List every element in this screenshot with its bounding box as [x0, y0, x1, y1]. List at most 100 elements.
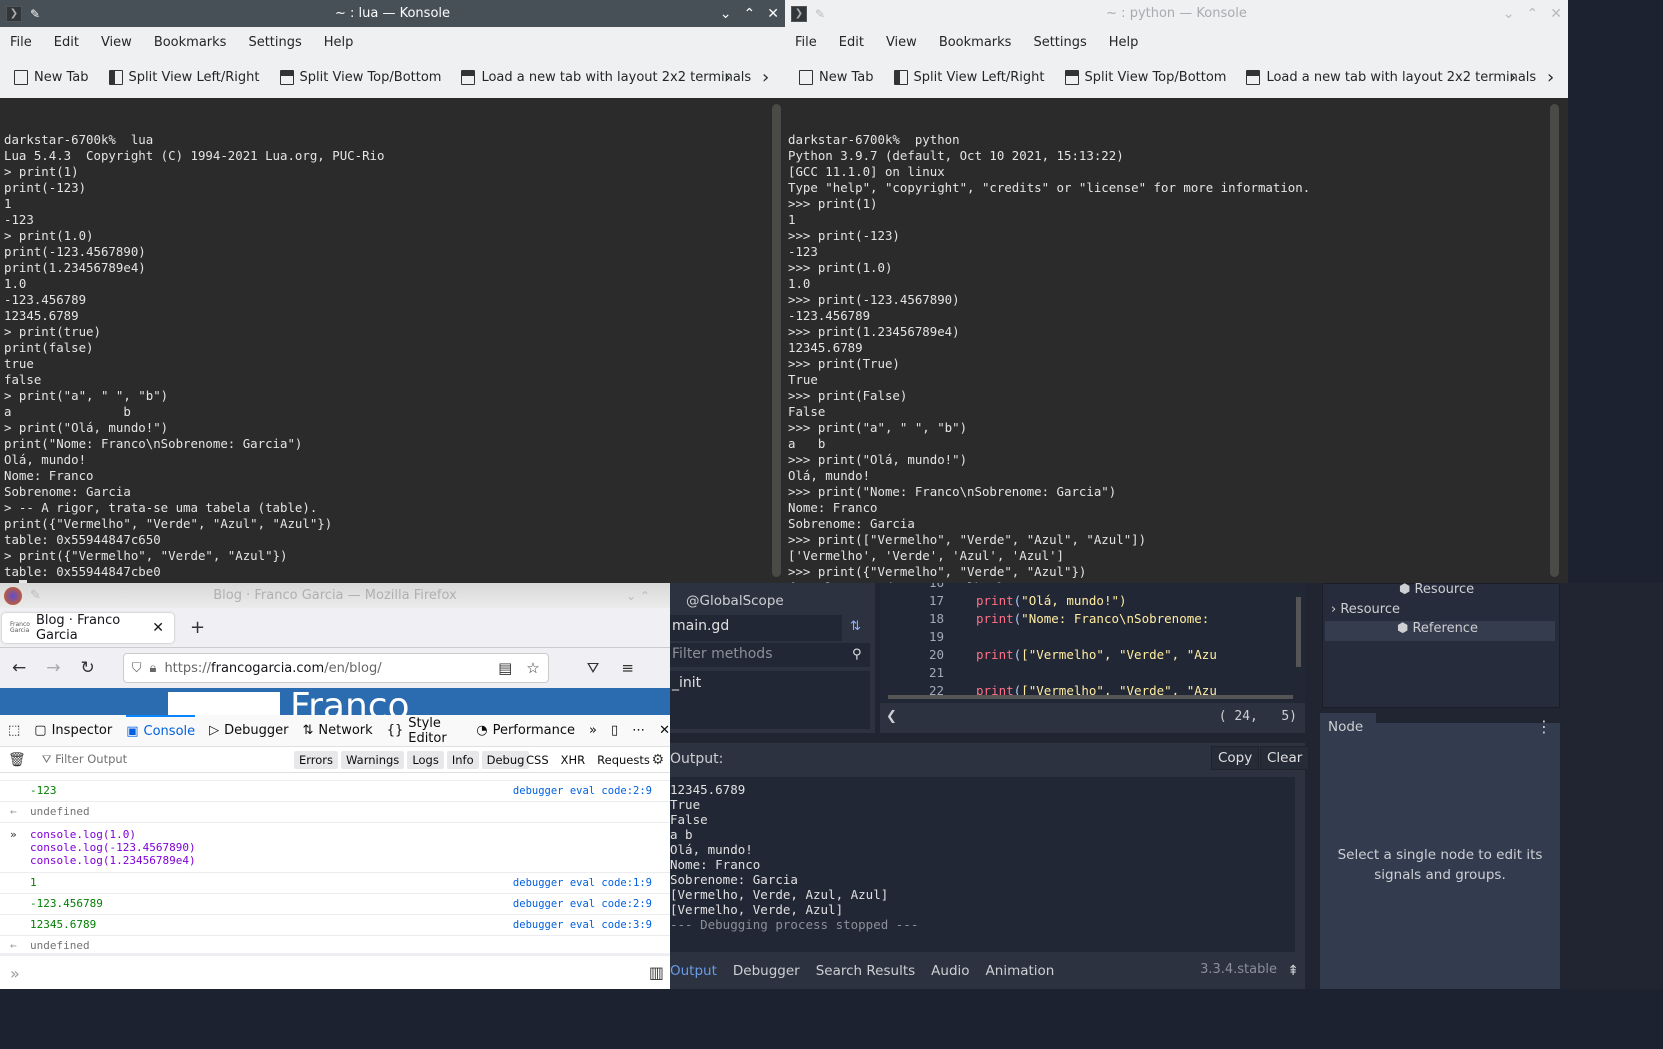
dock-menu-icon[interactable]: ⋮ — [1536, 717, 1552, 736]
layout-2x2-button[interactable]: Load a new tab with layout 2x2 terminals — [1246, 70, 1536, 85]
split-left-right-button[interactable]: Split View Left/Right — [893, 70, 1045, 85]
bottom-tab-audio[interactable]: Audio — [931, 963, 969, 979]
menu-file[interactable]: File — [10, 35, 32, 50]
split-left-right-button[interactable]: Split View Left/Right — [108, 70, 260, 85]
pin-icon[interactable]: ✎ — [30, 588, 41, 603]
menu-help[interactable]: Help — [1109, 35, 1139, 50]
tree-item-globalscope[interactable]: @GlobalScope — [686, 593, 784, 609]
bottom-tab-debugger[interactable]: Debugger — [733, 963, 800, 979]
toolbar-overflow-icon[interactable]: › — [762, 67, 769, 88]
tab-debugger[interactable]: ▷ Debugger — [209, 715, 288, 747]
clear-console-icon[interactable]: 🗑︎ — [8, 752, 26, 768]
close-icon[interactable]: ✕ — [1550, 6, 1562, 22]
tree-item-resource[interactable]: › Resource — [1331, 602, 1400, 617]
filter-logs[interactable]: Logs — [407, 750, 444, 769]
devtools-menu-icon[interactable]: ⋯ — [632, 723, 645, 738]
vertical-scrollbar[interactable] — [1296, 597, 1301, 667]
tab-inspector[interactable]: ▢ Inspector — [34, 715, 112, 747]
tab-performance[interactable]: ◔ Performance — [476, 715, 575, 747]
element-picker-icon[interactable]: ⬚ — [8, 723, 20, 738]
new-tab-button[interactable]: + — [190, 617, 205, 638]
browser-tab[interactable]: Franco Garcia Blog · Franco Garcia ✕ — [2, 612, 174, 643]
terminal-scrollbar[interactable] — [1550, 104, 1559, 577]
hamburger-menu-icon[interactable]: ≡ — [621, 659, 634, 677]
split-top-bottom-button[interactable]: Split View Top/Bottom — [1064, 70, 1226, 85]
filter-css[interactable]: CSS — [526, 753, 549, 767]
clear-button[interactable]: Clear — [1260, 746, 1310, 770]
pocket-icon[interactable]: ⛛ — [587, 659, 600, 677]
bottom-tab-animation[interactable]: Animation — [986, 963, 1055, 979]
terminal-scrollbar[interactable] — [772, 104, 781, 577]
tab-style-editor[interactable]: {} Style Editor — [387, 715, 463, 747]
minimize-icon[interactable]: ⌄ — [1503, 6, 1515, 22]
collapse-left-icon[interactable]: ❮ — [886, 709, 897, 724]
pin-icon[interactable]: ✎ — [815, 7, 825, 21]
window-controls[interactable]: ⌄ ⌃ — [626, 589, 650, 603]
shield-icon[interactable]: ⛉ — [132, 661, 142, 676]
menu-file[interactable]: File — [795, 35, 817, 50]
split-top-bottom-button[interactable]: Split View Top/Bottom — [279, 70, 441, 85]
filter-output-input[interactable]: ⛛ Filter Output — [42, 752, 127, 767]
url-bar[interactable]: ⛉ 🔒︎ https://francogarcia.com/en/blog/ ▤… — [122, 653, 549, 683]
horizontal-scrollbar[interactable] — [888, 695, 1293, 699]
menu-edit[interactable]: Edit — [839, 35, 864, 50]
new-tab-button[interactable]: New Tab — [799, 70, 874, 85]
back-icon[interactable]: ← — [12, 658, 26, 678]
chevron-right-icon[interactable]: › — [724, 67, 731, 88]
method-item[interactable]: _init — [670, 671, 870, 729]
tab-console[interactable]: ▣ Console — [126, 714, 196, 747]
console-input[interactable]: » ▥ — [0, 955, 670, 989]
close-tab-icon[interactable]: ✕ — [152, 620, 164, 636]
menu-view[interactable]: View — [101, 35, 132, 50]
forward-icon[interactable]: → — [46, 658, 60, 678]
filter-info[interactable]: Info — [446, 750, 479, 769]
maximize-icon[interactable]: ⌃ — [744, 6, 756, 22]
terminal-python[interactable]: darkstar-6700k% python Python 3.9.7 (defa… — [785, 98, 1568, 583]
filter-methods-input[interactable]: Filter methods — [670, 643, 870, 667]
menu-view[interactable]: View — [886, 35, 917, 50]
close-icon[interactable]: ✕ — [767, 6, 779, 22]
tree-item-resource-top[interactable]: ⬢ Resource — [1399, 583, 1474, 597]
filter-errors[interactable]: Errors — [294, 750, 339, 769]
menu-bookmarks[interactable]: Bookmarks — [939, 35, 1012, 50]
menu-help[interactable]: Help — [324, 35, 354, 50]
menu-settings[interactable]: Settings — [1033, 35, 1086, 50]
filter-xhr[interactable]: XHR — [561, 753, 586, 767]
source-link[interactable]: debugger eval code:2:9 — [513, 781, 652, 801]
tab-network[interactable]: ⇅ Network — [303, 715, 373, 747]
new-tab-button[interactable]: New Tab — [14, 70, 89, 85]
tree-item-reference[interactable]: ⬢ Reference — [1325, 621, 1555, 641]
tab-node[interactable]: Node — [1320, 713, 1376, 741]
filter-warnings[interactable]: Warnings — [341, 750, 405, 769]
reload-icon[interactable]: ↻ — [81, 658, 95, 678]
source-link[interactable]: debugger eval code:3:9 — [513, 915, 652, 935]
editor-mode-icon[interactable]: ▥ — [649, 963, 664, 982]
script-name-field[interactable]: main.gd — [670, 615, 842, 641]
pin-panel-icon[interactable]: ⇞ — [1287, 963, 1299, 979]
terminal-lua[interactable]: darkstar-6700k% lua Lua 5.4.3 Copyright (… — [0, 98, 785, 583]
code-editor[interactable]: 16 17 print("Olá, mundo!") 18 print("Nome: F… — [880, 583, 1305, 703]
responsive-design-icon[interactable]: ▯ — [611, 723, 618, 738]
toolbar-overflow-icon[interactable]: › — [1547, 67, 1554, 88]
source-link[interactable]: debugger eval code:2:9 — [513, 894, 652, 914]
copy-button[interactable]: Copy — [1211, 746, 1260, 770]
bookmark-star-icon[interactable]: ☆ — [526, 659, 539, 677]
minimize-icon[interactable]: ⌄ — [720, 6, 732, 22]
close-devtools-icon[interactable]: ✕ — [659, 723, 670, 738]
bottom-tab-output[interactable]: Output — [670, 963, 717, 979]
menu-edit[interactable]: Edit — [54, 35, 79, 50]
layout-2x2-button[interactable]: Load a new tab with layout 2x2 terminals — [461, 70, 751, 85]
sort-icon[interactable]: ⇅ — [850, 619, 861, 634]
more-tools-icon[interactable]: » — [589, 723, 597, 738]
filter-debug[interactable]: Debug — [481, 750, 530, 769]
filter-requests[interactable]: Requests — [597, 753, 650, 767]
lock-icon[interactable]: 🔒︎ — [150, 661, 157, 676]
source-link[interactable]: debugger eval code:1:9 — [513, 873, 652, 893]
reader-view-icon[interactable]: ▤ — [498, 659, 512, 677]
pin-icon[interactable]: ✎ — [30, 7, 40, 21]
bottom-tab-search-results[interactable]: Search Results — [816, 963, 915, 979]
menu-bookmarks[interactable]: Bookmarks — [154, 35, 227, 50]
chevron-right-icon[interactable]: › — [1509, 67, 1516, 88]
console-settings-icon[interactable]: ⚙ — [651, 752, 664, 768]
maximize-icon[interactable]: ⌃ — [1527, 6, 1539, 22]
